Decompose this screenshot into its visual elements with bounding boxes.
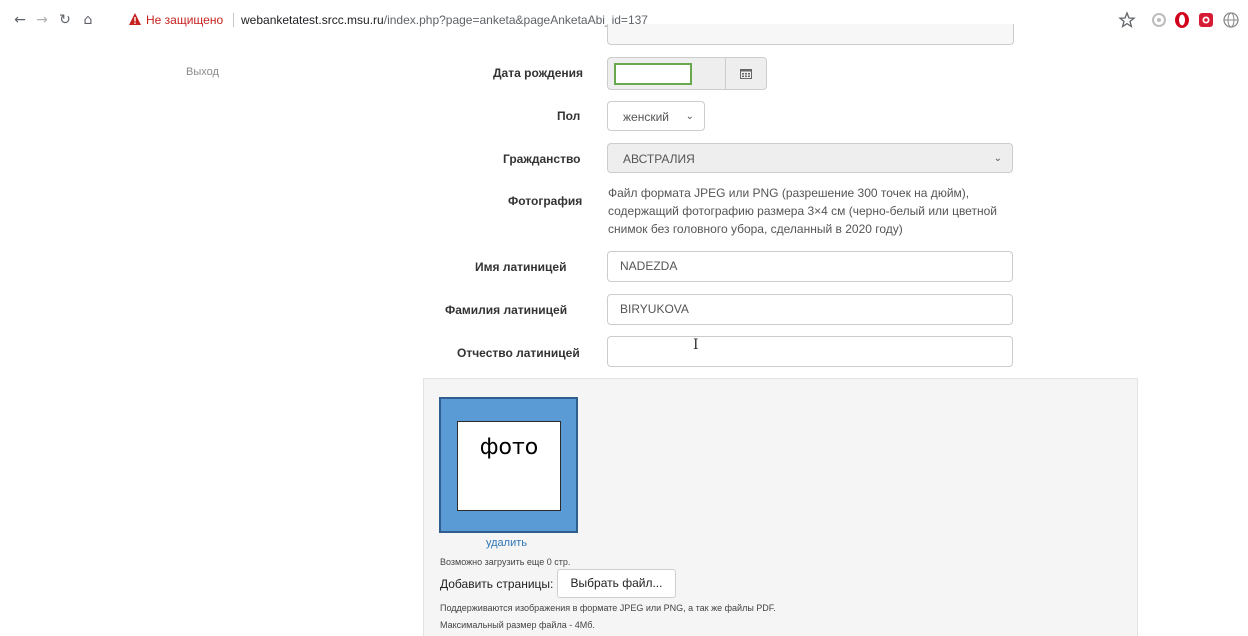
previous-field[interactable] <box>607 24 1014 45</box>
photo-placeholder: фото <box>457 421 561 511</box>
first-name-latin-label: Имя латиницей <box>475 260 567 274</box>
chevron-down-icon: ⌄ <box>993 153 1002 164</box>
security-status[interactable]: Не защищено <box>146 13 223 27</box>
citizenship-value: АВСТРАЛИЯ <box>623 152 695 166</box>
chevron-down-icon: ⌄ <box>685 111 694 122</box>
forward-arrow-icon[interactable]: → <box>34 12 50 28</box>
calendar-icon <box>740 69 752 79</box>
choose-file-button[interactable]: Выбрать файл... <box>557 569 676 598</box>
text-cursor-icon: I <box>693 337 699 353</box>
opera-icon[interactable] <box>1173 11 1191 29</box>
max-size-note: Максимальный размер файла - 4Мб. <box>440 620 595 630</box>
star-icon[interactable] <box>1118 11 1136 29</box>
reload-icon[interactable]: ↻ <box>57 12 73 28</box>
record-extension-icon[interactable] <box>1197 11 1215 29</box>
home-icon[interactable]: ⌂ <box>80 12 96 28</box>
url-host: webanketatest.srcc.msu.ru <box>241 13 384 27</box>
delete-photo-link[interactable]: удалить <box>486 537 527 549</box>
remaining-pages-note: Возможно загрузить еще 0 стр. <box>440 557 571 567</box>
citizenship-select[interactable]: АВСТРАЛИЯ ⌄ <box>607 143 1013 173</box>
birth-date-group <box>607 57 767 90</box>
gender-select[interactable]: женский ⌄ <box>607 101 705 131</box>
calendar-button[interactable] <box>725 58 766 89</box>
add-pages-label: Добавить страницы: <box>440 577 554 591</box>
extension-icon[interactable] <box>1150 11 1168 29</box>
citizenship-label: Гражданство <box>503 152 581 166</box>
back-arrow-icon[interactable]: ← <box>12 12 28 28</box>
photo-label: Фотография <box>508 194 583 208</box>
first-name-latin-input[interactable]: NADEZDA <box>607 251 1013 282</box>
globe-icon[interactable] <box>1222 11 1240 29</box>
patronymic-latin-input[interactable] <box>607 336 1013 367</box>
last-name-latin-label: Фамилия латиницей <box>445 303 568 317</box>
photo-help-text: Файл формата JPEG или PNG (разрешение 30… <box>608 186 997 236</box>
gender-value: женский <box>623 110 669 124</box>
logout-link[interactable]: Выход <box>186 66 219 78</box>
last-name-latin-input[interactable]: BIRYUKOVA <box>607 294 1013 325</box>
url-separator <box>233 13 234 27</box>
birth-date-label: Дата рождения <box>493 66 584 80</box>
address-bar[interactable]: webanketatest.srcc.msu.ru/index.php?page… <box>241 13 648 27</box>
supported-formats-note: Поддерживаются изображения в формате JPE… <box>440 603 776 613</box>
photo-placeholder-text: фото <box>479 435 539 460</box>
photo-thumbnail[interactable]: фото <box>439 397 578 533</box>
warning-triangle-icon[interactable] <box>128 12 142 26</box>
birth-date-input[interactable] <box>614 63 692 85</box>
patronymic-latin-label: Отчество латиницей <box>457 346 580 360</box>
gender-label: Пол <box>557 109 581 123</box>
